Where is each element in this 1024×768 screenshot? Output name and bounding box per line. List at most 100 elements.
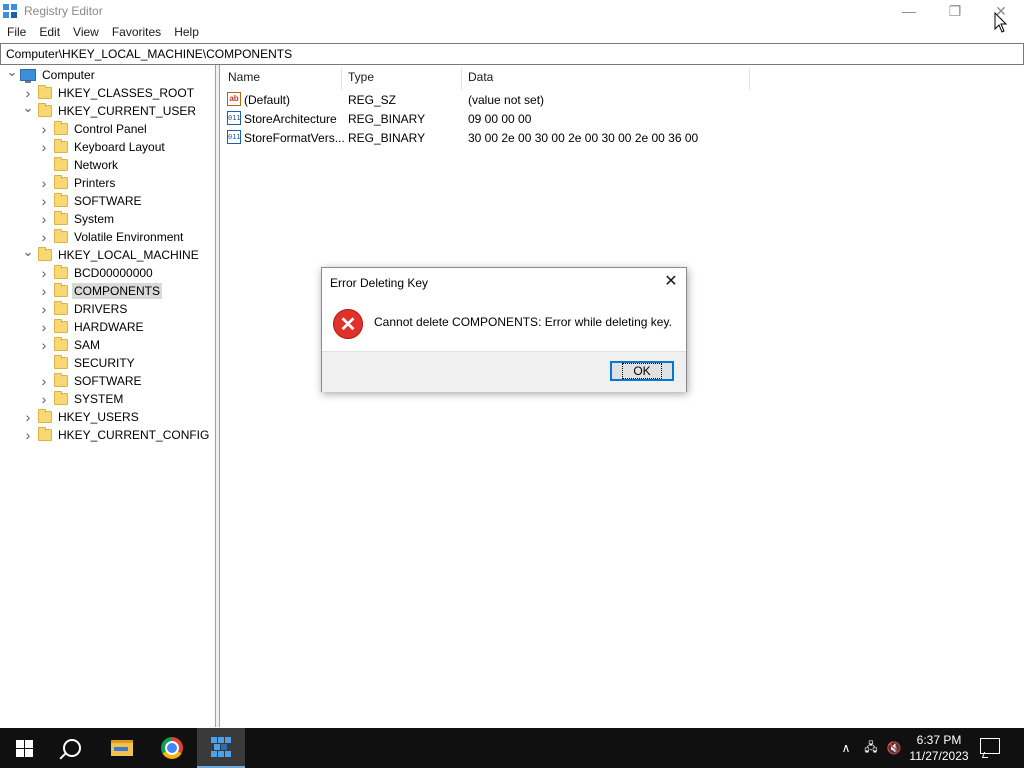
tree-item-label: Control Panel — [74, 122, 147, 136]
chevron-right-icon[interactable]: › — [38, 264, 50, 282]
volume-muted-icon: 🔇 — [886, 741, 902, 755]
network-icon: 🖧 — [864, 739, 878, 754]
tree-item-label: Computer — [42, 68, 95, 82]
folder-icon — [54, 337, 68, 351]
tree-item-label: HKEY_USERS — [58, 410, 139, 424]
chrome-icon — [161, 737, 183, 759]
tree-item[interactable]: › HARDWARE — [38, 318, 146, 336]
value-type: REG_BINARY — [348, 112, 426, 126]
value-row[interactable]: 011 StoreArchitecture REG_BINARY 09 00 00 0… — [221, 110, 1021, 128]
column-header-type[interactable]: Type — [348, 70, 374, 88]
tree-item[interactable]: › SOFTWARE — [38, 192, 144, 210]
file-explorer-button[interactable] — [98, 728, 146, 768]
chevron-right-icon[interactable]: › — [38, 336, 50, 354]
menu-file[interactable]: File — [0, 23, 32, 42]
tree-item[interactable]: › DRIVERS — [38, 300, 129, 318]
values-list[interactable]: Name Type Data ab (Default) REG_SZ (value n… — [221, 65, 1024, 727]
tree-item-label: HKEY_CURRENT_USER — [58, 104, 197, 118]
tree-item[interactable]: › SOFTWARE — [38, 372, 144, 390]
tree-item[interactable]: › SYSTEM — [38, 390, 125, 408]
chevron-right-icon[interactable]: › — [38, 192, 50, 210]
tree-item-label: Keyboard Layout — [74, 140, 165, 154]
clock[interactable]: 6:37 PM 11/27/2023 — [904, 732, 974, 764]
binary-value-icon: 011 — [227, 130, 241, 144]
address-bar[interactable]: Computer\HKEY_LOCAL_MACHINE\COMPONENTS — [0, 43, 1024, 65]
windows-logo-icon — [15, 739, 33, 757]
chevron-right-icon[interactable]: › — [38, 174, 50, 192]
menu-view[interactable]: View — [66, 23, 105, 42]
value-type: REG_BINARY — [348, 131, 426, 145]
start-button[interactable] — [0, 728, 48, 768]
tree-item-label: BCD00000000 — [74, 266, 153, 280]
chevron-right-icon[interactable]: › — [38, 120, 50, 138]
chevron-right-icon[interactable]: › — [38, 282, 50, 300]
chevron-right-icon[interactable]: › — [38, 210, 50, 228]
chrome-button[interactable] — [148, 728, 196, 768]
tree-item[interactable]: › Volatile Environment — [38, 228, 185, 246]
dialog-close-button[interactable]: ✕ — [662, 272, 680, 290]
tree-item[interactable]: ⌄ HKEY_CURRENT_USER — [22, 99, 198, 120]
chevron-right-icon[interactable]: › — [38, 318, 50, 336]
minimize-icon: — — [902, 3, 916, 19]
search-icon — [63, 739, 81, 757]
menu-help[interactable]: Help — [167, 23, 205, 42]
tree-item[interactable]: › Control Panel — [38, 120, 149, 138]
column-divider[interactable] — [341, 68, 342, 90]
error-icon: ✕ — [333, 309, 363, 339]
tree-item-label: Printers — [74, 176, 116, 190]
tree-item[interactable]: › HKEY_CLASSES_ROOT — [22, 84, 196, 102]
folder-icon — [54, 121, 68, 135]
chevron-right-icon[interactable]: › — [38, 372, 50, 390]
search-button[interactable] — [48, 728, 96, 768]
restore-button[interactable]: ❐ — [932, 0, 978, 22]
chevron-right-icon[interactable]: › — [38, 300, 50, 318]
chevron-down-icon[interactable]: ⌄ — [22, 243, 34, 261]
menu-favorites[interactable]: Favorites — [105, 23, 167, 42]
column-divider[interactable] — [461, 68, 462, 90]
chevron-right-icon[interactable]: › — [22, 426, 34, 444]
tree-item[interactable]: › BCD00000000 — [38, 264, 155, 282]
volume-button[interactable]: 🔇 — [884, 728, 904, 768]
folder-icon — [54, 355, 68, 369]
tree-item[interactable]: › COMPONENTS — [38, 282, 163, 300]
value-row[interactable]: ab (Default) REG_SZ (value not set) — [221, 91, 1021, 109]
tree-item[interactable]: ⌄ HKEY_LOCAL_MACHINE — [22, 243, 201, 264]
chevron-down-icon[interactable]: ⌄ — [6, 63, 18, 81]
chevron-down-icon[interactable]: ⌄ — [22, 99, 34, 117]
folder-icon — [38, 247, 52, 261]
value-data: 30 00 2e 00 30 00 2e 00 30 00 2e 00 36 0… — [468, 131, 699, 145]
notification-center-icon[interactable] — [980, 738, 1000, 754]
tree-item[interactable]: › HKEY_CURRENT_CONFIG — [22, 426, 211, 444]
tree-item[interactable]: › HKEY_USERS — [22, 408, 141, 426]
value-row[interactable]: 011 StoreFormatVers... REG_BINARY 30 00 2e … — [221, 129, 1021, 147]
restore-icon: ❐ — [948, 2, 962, 19]
tree-item[interactable]: › Keyboard Layout — [38, 138, 167, 156]
tree-item[interactable]: ⌄ Computer — [6, 63, 97, 84]
tree-item[interactable]: › Printers — [38, 174, 117, 192]
folder-icon — [54, 265, 68, 279]
chevron-right-icon[interactable]: › — [22, 408, 34, 426]
network-button[interactable]: 🖧 — [860, 728, 882, 768]
tree-item[interactable]: Network — [38, 156, 120, 174]
menu-edit[interactable]: Edit — [32, 23, 66, 42]
folder-icon — [54, 319, 68, 333]
chevron-right-icon[interactable]: › — [38, 390, 50, 408]
column-header-data[interactable]: Data — [468, 70, 493, 88]
folder-icon — [54, 211, 68, 225]
registry-editor-icon — [211, 737, 231, 757]
ok-button[interactable]: OK — [610, 361, 674, 381]
tree-item[interactable]: › SAM — [38, 336, 102, 354]
column-header-name[interactable]: Name — [228, 70, 260, 88]
registry-editor-taskbar-button[interactable] — [197, 728, 245, 768]
minimize-button[interactable]: — — [886, 0, 932, 22]
chevron-right-icon[interactable]: › — [38, 138, 50, 156]
registry-tree[interactable]: ⌄ Computer › HKEY_CLASSES_ROOT ⌄ HKEY_CURRENT… — [0, 63, 216, 727]
chevron-right-icon[interactable]: › — [38, 228, 50, 246]
tree-item-label: COMPONENTS — [72, 283, 163, 299]
column-divider[interactable] — [749, 68, 750, 90]
folder-icon — [54, 391, 68, 405]
tree-item[interactable]: › System — [38, 210, 116, 228]
tray-overflow-button[interactable]: ∧ — [836, 728, 856, 768]
tree-item[interactable]: SECURITY — [38, 354, 137, 372]
tree-item-label: SYSTEM — [74, 392, 124, 406]
